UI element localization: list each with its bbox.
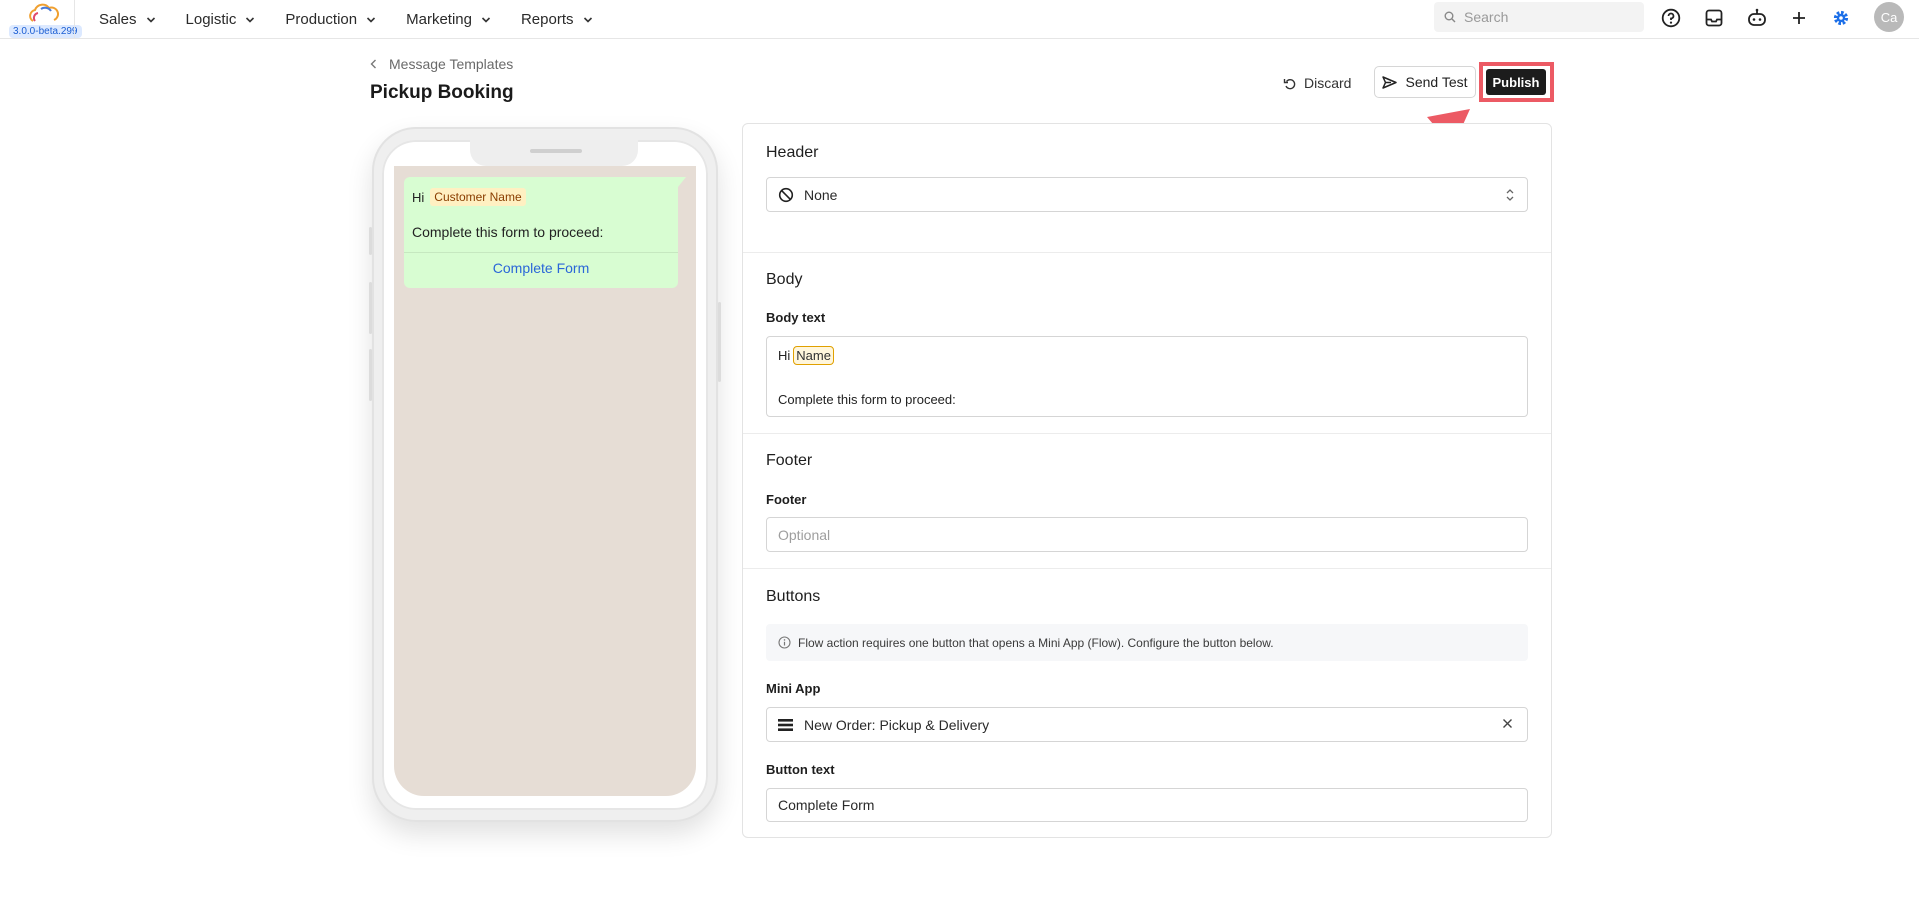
bubble-body-text: Complete this form to proceed: bbox=[412, 224, 604, 240]
phone-frame: Hi Customer Name Complete this form to p… bbox=[382, 140, 708, 810]
footer-input[interactable] bbox=[778, 526, 1527, 543]
discard-button[interactable]: Discard bbox=[1283, 72, 1351, 94]
header-type-select[interactable]: None bbox=[766, 177, 1528, 212]
chevron-down-icon bbox=[367, 16, 376, 23]
body-text-line-2: Complete this form to proceed: bbox=[778, 392, 956, 407]
undo-icon bbox=[1283, 78, 1296, 89]
flow-info-text: Flow action requires one button that ope… bbox=[798, 635, 1274, 650]
page-title: Pickup Booking bbox=[370, 82, 514, 103]
info-icon bbox=[778, 636, 791, 649]
button-text-label: Button text bbox=[766, 762, 835, 777]
search-icon bbox=[1444, 11, 1456, 23]
user-avatar[interactable]: Ca bbox=[1874, 2, 1904, 32]
mini-app-label: Mini App bbox=[766, 681, 821, 696]
phone-speaker bbox=[530, 149, 582, 153]
bubble-divider bbox=[404, 252, 678, 253]
nav-item-reports[interactable]: Reports bbox=[521, 11, 593, 28]
breadcrumb-back[interactable]: Message Templates bbox=[370, 56, 513, 72]
phone-side-button bbox=[369, 349, 372, 401]
inbox-icon[interactable] bbox=[1702, 6, 1726, 30]
version-badge: 3.0.0-beta.299 bbox=[9, 25, 82, 38]
breadcrumb-label: Message Templates bbox=[389, 56, 514, 72]
mini-app-value: New Order: Pickup & Delivery bbox=[804, 716, 990, 733]
send-test-button[interactable]: Send Test bbox=[1374, 66, 1476, 98]
header-type-value: None bbox=[804, 186, 838, 203]
nav-item-label: Logistic bbox=[185, 11, 237, 28]
bubble-tail bbox=[678, 177, 686, 187]
body-text-line-1: Hi Name bbox=[778, 346, 834, 365]
chevron-left-icon bbox=[370, 59, 376, 69]
top-bar: 3.0.0-beta.299 Sales Logistic Production… bbox=[0, 0, 1919, 39]
body-variable-chip[interactable]: Name bbox=[793, 346, 834, 365]
section-divider bbox=[743, 252, 1551, 253]
chevron-down-icon bbox=[583, 16, 592, 23]
bubble-greeting: Hi bbox=[412, 189, 425, 205]
list-icon bbox=[778, 718, 793, 731]
bubble-cta-button[interactable]: Complete Form bbox=[404, 260, 678, 276]
chevron-down-icon bbox=[246, 16, 255, 23]
phone-side-button bbox=[369, 227, 372, 255]
send-icon bbox=[1382, 75, 1398, 89]
header-section-title: Header bbox=[766, 144, 819, 161]
footer-label: Footer bbox=[766, 492, 807, 507]
body-section-title: Body bbox=[766, 271, 803, 288]
chevron-down-icon bbox=[481, 16, 491, 23]
footer-input-wrapper bbox=[766, 517, 1528, 552]
nav-item-sales[interactable]: Sales bbox=[99, 11, 156, 28]
phone-side-button bbox=[369, 282, 372, 334]
ban-icon bbox=[778, 187, 794, 202]
main-nav: Sales Logistic Production Marketing Repo… bbox=[99, 0, 623, 39]
bubble-greeting-line: Hi Customer Name bbox=[412, 188, 526, 206]
discard-label: Discard bbox=[1304, 75, 1352, 91]
button-text-wrapper bbox=[766, 788, 1528, 822]
help-icon[interactable] bbox=[1659, 6, 1683, 30]
phone-side-button bbox=[718, 302, 721, 382]
nav-item-marketing[interactable]: Marketing bbox=[406, 11, 491, 28]
section-divider bbox=[743, 568, 1551, 569]
app-logo[interactable]: 3.0.0-beta.299 bbox=[5, 3, 82, 38]
buttons-section-title: Buttons bbox=[766, 588, 821, 605]
nav-item-label: Sales bbox=[99, 11, 137, 28]
send-test-label: Send Test bbox=[1405, 74, 1468, 90]
cloud-logo-icon bbox=[29, 3, 59, 22]
close-icon[interactable] bbox=[1502, 718, 1513, 729]
body-greeting: Hi bbox=[778, 348, 791, 363]
publish-button[interactable]: Publish bbox=[1486, 69, 1546, 95]
logo-divider bbox=[74, 0, 75, 39]
search-input[interactable] bbox=[1464, 9, 1634, 25]
global-search[interactable] bbox=[1434, 2, 1644, 32]
variable-chip: Customer Name bbox=[430, 188, 526, 206]
template-form-card: Header None Body Body text Hi Name Compl… bbox=[742, 123, 1552, 838]
flow-info-notice: Flow action requires one button that ope… bbox=[766, 624, 1528, 661]
body-text-label: Body text bbox=[766, 310, 826, 325]
settings-gear-icon[interactable] bbox=[1829, 6, 1853, 30]
select-arrows-icon bbox=[1506, 189, 1514, 201]
phone-preview: Hi Customer Name Complete this form to p… bbox=[369, 127, 721, 822]
mini-app-select[interactable]: New Order: Pickup & Delivery bbox=[766, 707, 1528, 742]
footer-section-title: Footer bbox=[766, 452, 813, 469]
nav-item-label: Production bbox=[285, 11, 358, 28]
section-divider bbox=[743, 433, 1551, 434]
button-text-input[interactable] bbox=[778, 797, 1527, 813]
add-icon[interactable] bbox=[1787, 6, 1811, 30]
phone-notch bbox=[470, 140, 638, 166]
nav-item-production[interactable]: Production bbox=[285, 11, 376, 28]
nav-item-label: Marketing bbox=[406, 11, 472, 28]
message-bubble: Hi Customer Name Complete this form to p… bbox=[404, 177, 686, 288]
chevron-down-icon bbox=[146, 16, 155, 23]
nav-item-logistic[interactable]: Logistic bbox=[186, 11, 256, 28]
bot-icon[interactable] bbox=[1745, 6, 1769, 30]
nav-item-label: Reports bbox=[520, 11, 574, 28]
body-text-editor[interactable]: Hi Name Complete this form to proceed: bbox=[766, 336, 1528, 417]
chat-screen: Hi Customer Name Complete this form to p… bbox=[394, 166, 696, 796]
